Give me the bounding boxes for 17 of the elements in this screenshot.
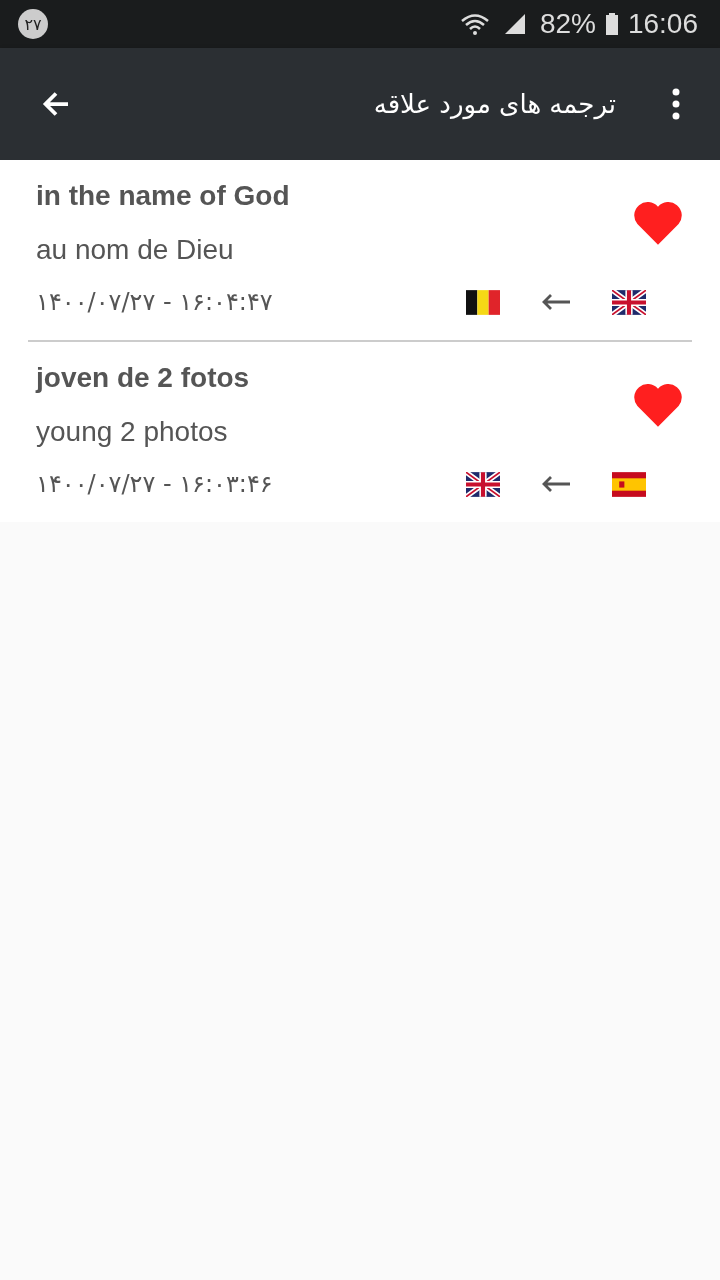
- translated-text: au nom de Dieu: [36, 234, 235, 266]
- screen-title: ترجمه های مورد علاقه: [372, 89, 616, 119]
- battery-icon: [605, 13, 618, 35]
- wifi-icon: [459, 12, 490, 36]
- arrow-left-icon: [540, 292, 572, 312]
- translated-text: young 2 photos: [36, 416, 229, 448]
- notification-badge: ۲۷: [18, 9, 48, 39]
- battery-percent: 82%: [539, 8, 596, 40]
- date-text: ۱۴۰۰/۰۷/۲۷ - ۱۶:۰۴:۴۷: [36, 288, 273, 316]
- source-text: joven de 2 fotos: [36, 362, 250, 394]
- date-text: ۱۴۰۰/۰۷/۲۷ - ۱۶:۰۳:۴۶: [36, 470, 273, 498]
- source-text: in the name of God: [36, 180, 290, 212]
- clock: 16:06: [627, 8, 698, 40]
- heart-icon[interactable]: [632, 199, 684, 247]
- more-options-icon[interactable]: [672, 88, 680, 120]
- arrow-left-icon: [540, 474, 572, 494]
- heart-icon[interactable]: [632, 381, 684, 429]
